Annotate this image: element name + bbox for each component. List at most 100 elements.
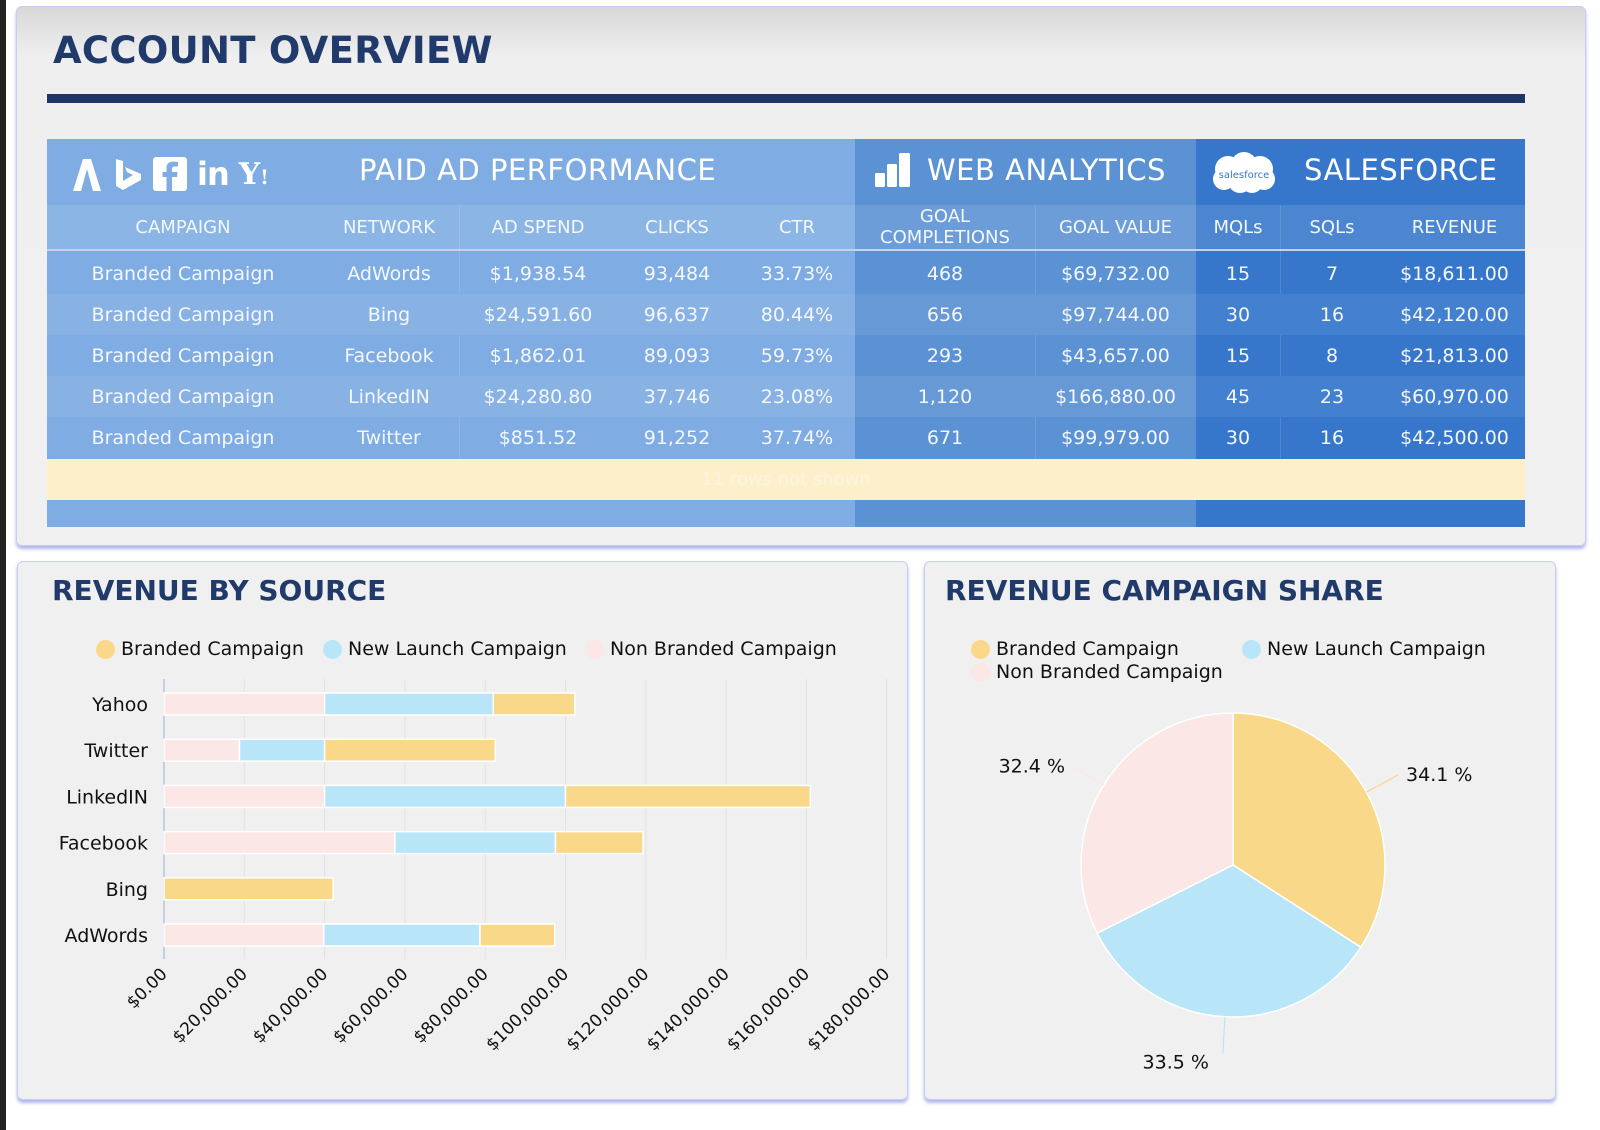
cell-goal-completions: 468 [926,262,964,285]
cell-revenue: $60,970.00 [1400,385,1509,408]
legend-dot-non-branded [585,639,604,659]
bar-branded-campaign-adwords[interactable] [479,923,556,947]
col-ad-spend[interactable]: AD SPEND [459,205,617,249]
revenue-share-chart: 34.1 % 33.5 % 32.4 % [999,712,1472,1074]
table-row[interactable]: 15 8 $21,813.00 [1196,335,1525,376]
window-edge [0,0,6,1130]
y-category-label: Bing [106,879,148,901]
bar-branded-campaign-linkedin[interactable] [564,784,812,809]
legend-new-launch[interactable]: New Launch Campaign [1242,638,1486,660]
bar-chart-icon [875,153,910,187]
pie-data-label: 32.4 % [999,755,1065,777]
col-sqls[interactable]: SQLs [1280,205,1384,249]
revenue-share-panel: REVENUE CAMPAIGN SHARE Branded Campaign … [924,561,1556,1100]
bar-new-launch-campaign-yahoo[interactable] [323,692,494,716]
table-row[interactable]: 468 $69,732.00 [855,253,1196,294]
legend-dot-branded [971,639,990,659]
table-row[interactable]: 45 23 $60,970.00 [1196,376,1525,417]
bing-icon [116,159,141,190]
bar-non-branded-campaign-yahoo[interactable] [163,692,326,716]
cell-campaign: Branded Campaign [91,385,275,408]
legend-label: Branded Campaign [121,638,304,660]
x-tick-label: $40,000.00 [249,964,332,1047]
legend-dot-branded [96,639,115,659]
y-category-label: Twitter [83,740,148,762]
cell-network: LinkedIN [348,385,430,408]
bar-non-branded-campaign-facebook[interactable] [163,830,396,855]
x-tick-label: $180,000.00 [804,964,895,1055]
col-goal-value[interactable]: GOAL VALUE [1035,205,1196,249]
cell-mqls: 45 [1225,385,1251,408]
pie-label-connector [1222,1016,1226,1053]
cell-goal-value: $69,732.00 [1061,262,1170,285]
salesforce-title: SALESFORCE [1304,153,1498,187]
cell-clicks: 89,093 [643,344,711,367]
table-row[interactable]: 30 16 $42,120.00 [1196,294,1525,335]
legend-dot-new-launch [323,639,342,659]
y-category-label: LinkedIN [66,786,148,808]
salesforce-logo-text: salesforce [1219,170,1270,181]
cell-ctr: 59.73% [760,344,834,367]
x-tick-label: $120,000.00 [563,964,654,1055]
table-row[interactable]: Branded Campaign LinkedIN $24,280.80 37,746… [47,376,855,417]
bar-non-branded-campaign-twitter[interactable] [163,738,241,762]
table-row[interactable]: Branded Campaign Bing $24,591.60 96,637 80.4… [47,294,855,335]
bar-branded-campaign-bing[interactable] [163,877,334,901]
bar-non-branded-campaign-linkedin[interactable] [163,784,326,809]
legend-new-launch[interactable]: New Launch Campaign [323,638,567,660]
cell-mqls: 15 [1225,344,1251,367]
cell-revenue: $18,611.00 [1400,262,1509,285]
bar-branded-campaign-twitter[interactable] [323,738,496,762]
cell-clicks: 91,252 [643,426,711,449]
col-clicks[interactable]: CLICKS [617,205,737,249]
x-tick-label: $100,000.00 [482,964,573,1055]
bar-new-launch-campaign-linkedin[interactable] [323,784,567,809]
pie-data-label: 34.1 % [1406,764,1472,786]
col-mqls[interactable]: MQLs [1196,205,1280,249]
yahoo-icon: Y! [238,156,269,192]
account-overview-panel: ACCOUNT OVERVIEW in Y! PAID AD PERFORMAN… [16,6,1586,546]
bar-branded-campaign-yahoo[interactable] [492,692,576,716]
revenue-by-source-title: REVENUE BY SOURCE [52,574,387,607]
hidden-rows-note[interactable]: 11 rows not shown [47,459,1525,500]
bar-branded-campaign-facebook[interactable] [554,830,644,855]
cell-clicks: 37,746 [643,385,711,408]
cell-goal-completions: 656 [926,303,964,326]
cell-sqls: 7 [1325,262,1339,285]
cell-ctr: 23.08% [760,385,834,408]
table-row[interactable]: 656 $97,744.00 [855,294,1196,335]
table-row[interactable]: Branded Campaign Facebook $1,862.01 89,093 5… [47,335,855,376]
table-row[interactable]: 1,120 $166,880.00 [855,376,1196,417]
legend-branded[interactable]: Branded Campaign [971,638,1179,660]
col-revenue[interactable]: REVENUE [1384,205,1525,249]
table-row[interactable]: 15 7 $18,611.00 [1196,253,1525,294]
col-ctr[interactable]: CTR [737,205,857,249]
table-row[interactable]: 671 $99,979.00 [855,417,1196,458]
legend-non-branded[interactable]: Non Branded Campaign [971,661,1223,683]
bar-new-launch-campaign-adwords[interactable] [323,923,481,947]
x-tick-label: $80,000.00 [410,964,493,1047]
cell-goal-value: $166,880.00 [1055,385,1176,408]
col-campaign[interactable]: CAMPAIGN [47,205,319,249]
bar-new-launch-campaign-twitter[interactable] [238,738,326,762]
table-row[interactable]: Branded Campaign AdWords $1,938.54 93,484 33… [47,253,855,294]
table-row[interactable]: 293 $43,657.00 [855,335,1196,376]
cell-revenue: $42,120.00 [1400,303,1509,326]
web-analytics-title: WEB ANALYTICS [927,153,1166,187]
col-goal-completions[interactable]: GOAL COMPLETIONS [855,205,1035,249]
salesforce-icon: salesforce [1213,152,1275,193]
x-tick-label: $0.00 [123,964,172,1013]
bar-new-launch-campaign-facebook[interactable] [394,830,557,855]
cell-sqls: 23 [1319,385,1345,408]
bar-non-branded-campaign-adwords[interactable] [163,923,325,947]
table-row[interactable]: Branded Campaign Twitter $851.52 91,252 37.7… [47,417,855,458]
col-network[interactable]: NETWORK [319,205,459,249]
legend-non-branded[interactable]: Non Branded Campaign [585,638,837,660]
paid-ad-title: PAID AD PERFORMANCE [359,153,717,187]
cell-campaign: Branded Campaign [91,303,275,326]
revenue-by-source-panel: REVENUE BY SOURCE Branded Campaign New L… [17,561,908,1100]
cell-goal-value: $97,744.00 [1061,303,1170,326]
legend-branded[interactable]: Branded Campaign [96,638,304,660]
x-tick-label: $140,000.00 [643,964,734,1055]
table-row[interactable]: 30 16 $42,500.00 [1196,417,1525,458]
